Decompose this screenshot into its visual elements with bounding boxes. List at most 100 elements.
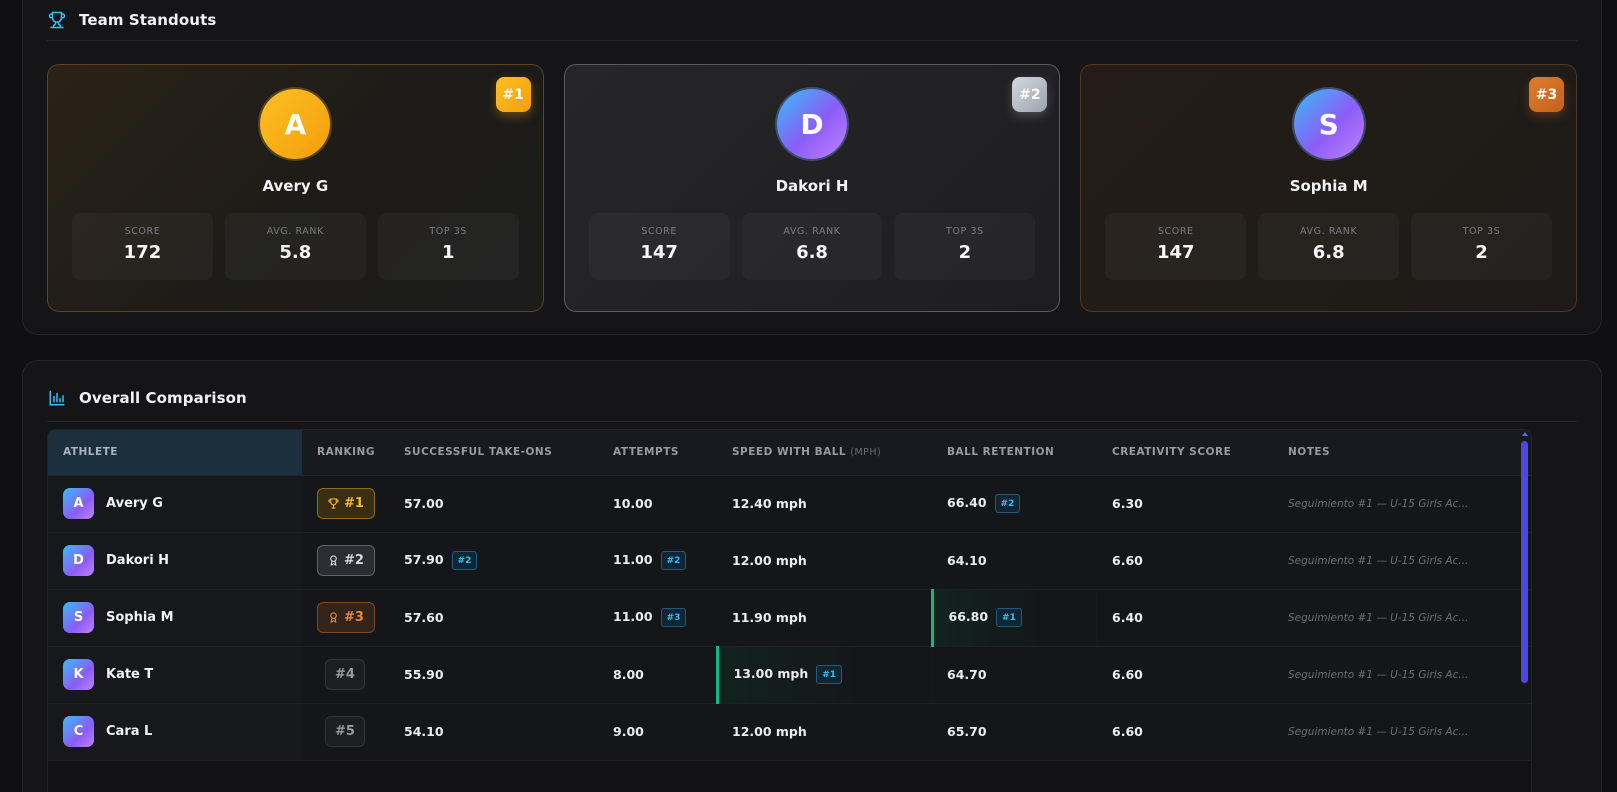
avatar: K (63, 659, 94, 690)
creativity-value: 6.60 (1097, 703, 1273, 761)
col-ranking[interactable]: RANKING (302, 430, 389, 476)
medal-icon (330, 555, 337, 566)
stat-avg-rank: AVG. RANK 5.8 (225, 213, 366, 280)
rank-pill: #2 (317, 545, 375, 576)
comparison-table: ATHLETE RANKING SUCCESSFUL TAKE-ONS ATTE… (47, 429, 1532, 792)
avatar: D (777, 89, 847, 159)
overall-comparison-panel: Overall Comparison ATHLETE RANKING SUCCE… (22, 360, 1602, 792)
speed-value: 12.00 mph (717, 532, 932, 590)
table-row[interactable]: D Dakori H #2 57.90 #2 11.00 #2 12.00 mph 6… (48, 532, 1531, 590)
speed-unit: (MPH) (850, 447, 882, 459)
rank-tag: #2 (660, 551, 687, 570)
col-speed[interactable]: SPEED WITH BALL (MPH) (717, 430, 932, 476)
col-creativity[interactable]: CREATIVITY SCORE (1097, 430, 1273, 476)
rank-badge: #1 (495, 77, 531, 112)
table-row[interactable]: A Avery G #1 57.00 10.00 12.40 mph 66.40 #… (48, 475, 1531, 533)
standouts-title: Team Standouts (79, 10, 217, 29)
bar-chart-icon (47, 388, 67, 408)
standouts-header: Team Standouts (47, 0, 1577, 41)
trophy-icon (47, 10, 67, 30)
rank-badge: #2 (1012, 77, 1048, 112)
notes-value: Seguimiento #1 — U-15 Girls Ac... (1273, 646, 1531, 704)
takeons-cell: 57.90 #2 (389, 532, 598, 590)
comparison-title: Overall Comparison (79, 388, 247, 407)
speed-value: 12.40 mph (717, 475, 932, 533)
rank-pill: #4 (325, 659, 365, 690)
attempts-value: 10.00 (598, 475, 717, 533)
retention-value: 64.10 (932, 532, 1097, 590)
table-scrollbar[interactable] (1521, 432, 1528, 792)
attempts-cell: 11.00 #3 (598, 589, 717, 647)
retention-value: 64.70 (932, 646, 1097, 704)
rank-pill: #1 (317, 488, 375, 519)
stat-top3s: TOP 3S 2 (1411, 213, 1552, 280)
stat-score: SCORE 172 (72, 213, 213, 280)
standout-card-1[interactable]: #1 A Avery G SCORE 172 AVG. RANK 5.8 TOP 3… (47, 64, 544, 312)
notes-value: Seguimiento #1 — U-15 Girls Ac... (1273, 703, 1531, 761)
medal-icon (330, 612, 337, 623)
team-standouts-panel: Team Standouts #1 A Avery G SCORE 172 AVG… (22, 0, 1602, 335)
stat-top3s: TOP 3S 2 (894, 213, 1035, 280)
stat-score: SCORE 147 (589, 213, 730, 280)
notes-value: Seguimiento #1 — U-15 Girls Ac... (1273, 589, 1531, 647)
speed-cell-best: 13.00 mph #1 (715, 646, 932, 704)
notes-value: Seguimiento #1 — U-15 Girls Ac... (1273, 475, 1531, 533)
col-takeons[interactable]: SUCCESSFUL TAKE-ONS (389, 430, 598, 476)
rank-pill: #5 (325, 716, 365, 747)
athlete-name: Sophia M (106, 610, 174, 625)
standout-card-2[interactable]: #2 D Dakori H SCORE 147 AVG. RANK 6.8 TOP … (563, 64, 1061, 312)
athlete-name: Avery G (106, 496, 163, 511)
rank-tag: #2 (451, 551, 478, 570)
attempts-cell: 11.00 #2 (598, 532, 717, 590)
avatar: A (63, 488, 94, 519)
table-header-row: ATHLETE RANKING SUCCESSFUL TAKE-ONS ATTE… (48, 430, 1531, 476)
creativity-value: 6.30 (1097, 475, 1273, 533)
retention-cell: 66.40 #2 (932, 475, 1097, 533)
scroll-up-arrow-icon[interactable] (1521, 432, 1528, 436)
retention-value: 65.70 (932, 703, 1097, 761)
avatar: D (63, 545, 94, 576)
athlete-name: Cara L (106, 724, 153, 739)
creativity-value: 6.60 (1097, 532, 1273, 590)
stat-avg-rank: AVG. RANK 6.8 (742, 213, 883, 280)
col-notes[interactable]: NOTES (1273, 430, 1531, 476)
avatar: A (260, 89, 331, 159)
medal-icon (328, 498, 339, 509)
creativity-value: 6.60 (1097, 646, 1273, 704)
athlete-name: Avery G (262, 177, 329, 195)
col-attempts[interactable]: ATTEMPTS (598, 430, 717, 476)
table-row[interactable]: S Sophia M #3 57.60 11.00 #3 11.90 mph 66.… (48, 589, 1531, 647)
athlete-name: Kate T (106, 667, 154, 682)
athlete-name: Dakori H (775, 177, 849, 195)
athlete-name: Dakori H (106, 553, 170, 568)
stat-score: SCORE 147 (1105, 213, 1246, 280)
retention-cell-best: 66.80 #1 (930, 589, 1097, 647)
avatar: C (63, 716, 94, 747)
speed-value: 11.90 mph (717, 589, 932, 647)
takeons-value: 54.10 (389, 703, 598, 761)
table-row[interactable]: K Kate T #4 55.90 8.00 13.00 mph #1 64.70 … (48, 646, 1531, 704)
stat-avg-rank: AVG. RANK 6.8 (1258, 213, 1399, 280)
standout-card-3[interactable]: #3 S Sophia M SCORE 147 AVG. RANK 6.8 TOP … (1080, 64, 1578, 312)
takeons-value: 55.90 (389, 646, 598, 704)
avatar: S (1293, 89, 1364, 159)
notes-value: Seguimiento #1 — U-15 Girls Ac... (1273, 532, 1531, 590)
table-row[interactable]: C Cara L #5 54.10 9.00 12.00 mph 65.70 6.… (48, 703, 1531, 761)
stat-top3s: TOP 3S 1 (378, 213, 519, 280)
speed-value: 12.00 mph (717, 703, 932, 761)
rank-tag: #1 (996, 608, 1022, 627)
attempts-value: 9.00 (598, 703, 717, 761)
col-retention[interactable]: BALL RETENTION (932, 430, 1097, 476)
col-athlete[interactable]: ATHLETE (48, 430, 302, 476)
rank-pill: #3 (317, 602, 375, 633)
rank-tag: #2 (994, 494, 1021, 513)
rank-tag: #3 (660, 608, 687, 627)
creativity-value: 6.40 (1097, 589, 1273, 647)
scrollbar-thumb[interactable] (1521, 441, 1528, 683)
takeons-value: 57.60 (389, 589, 598, 647)
avatar: S (63, 602, 94, 633)
comparison-header: Overall Comparison (47, 374, 1577, 422)
rank-badge: #3 (1529, 77, 1565, 112)
attempts-value: 8.00 (598, 646, 717, 704)
takeons-value: 57.00 (389, 475, 598, 533)
